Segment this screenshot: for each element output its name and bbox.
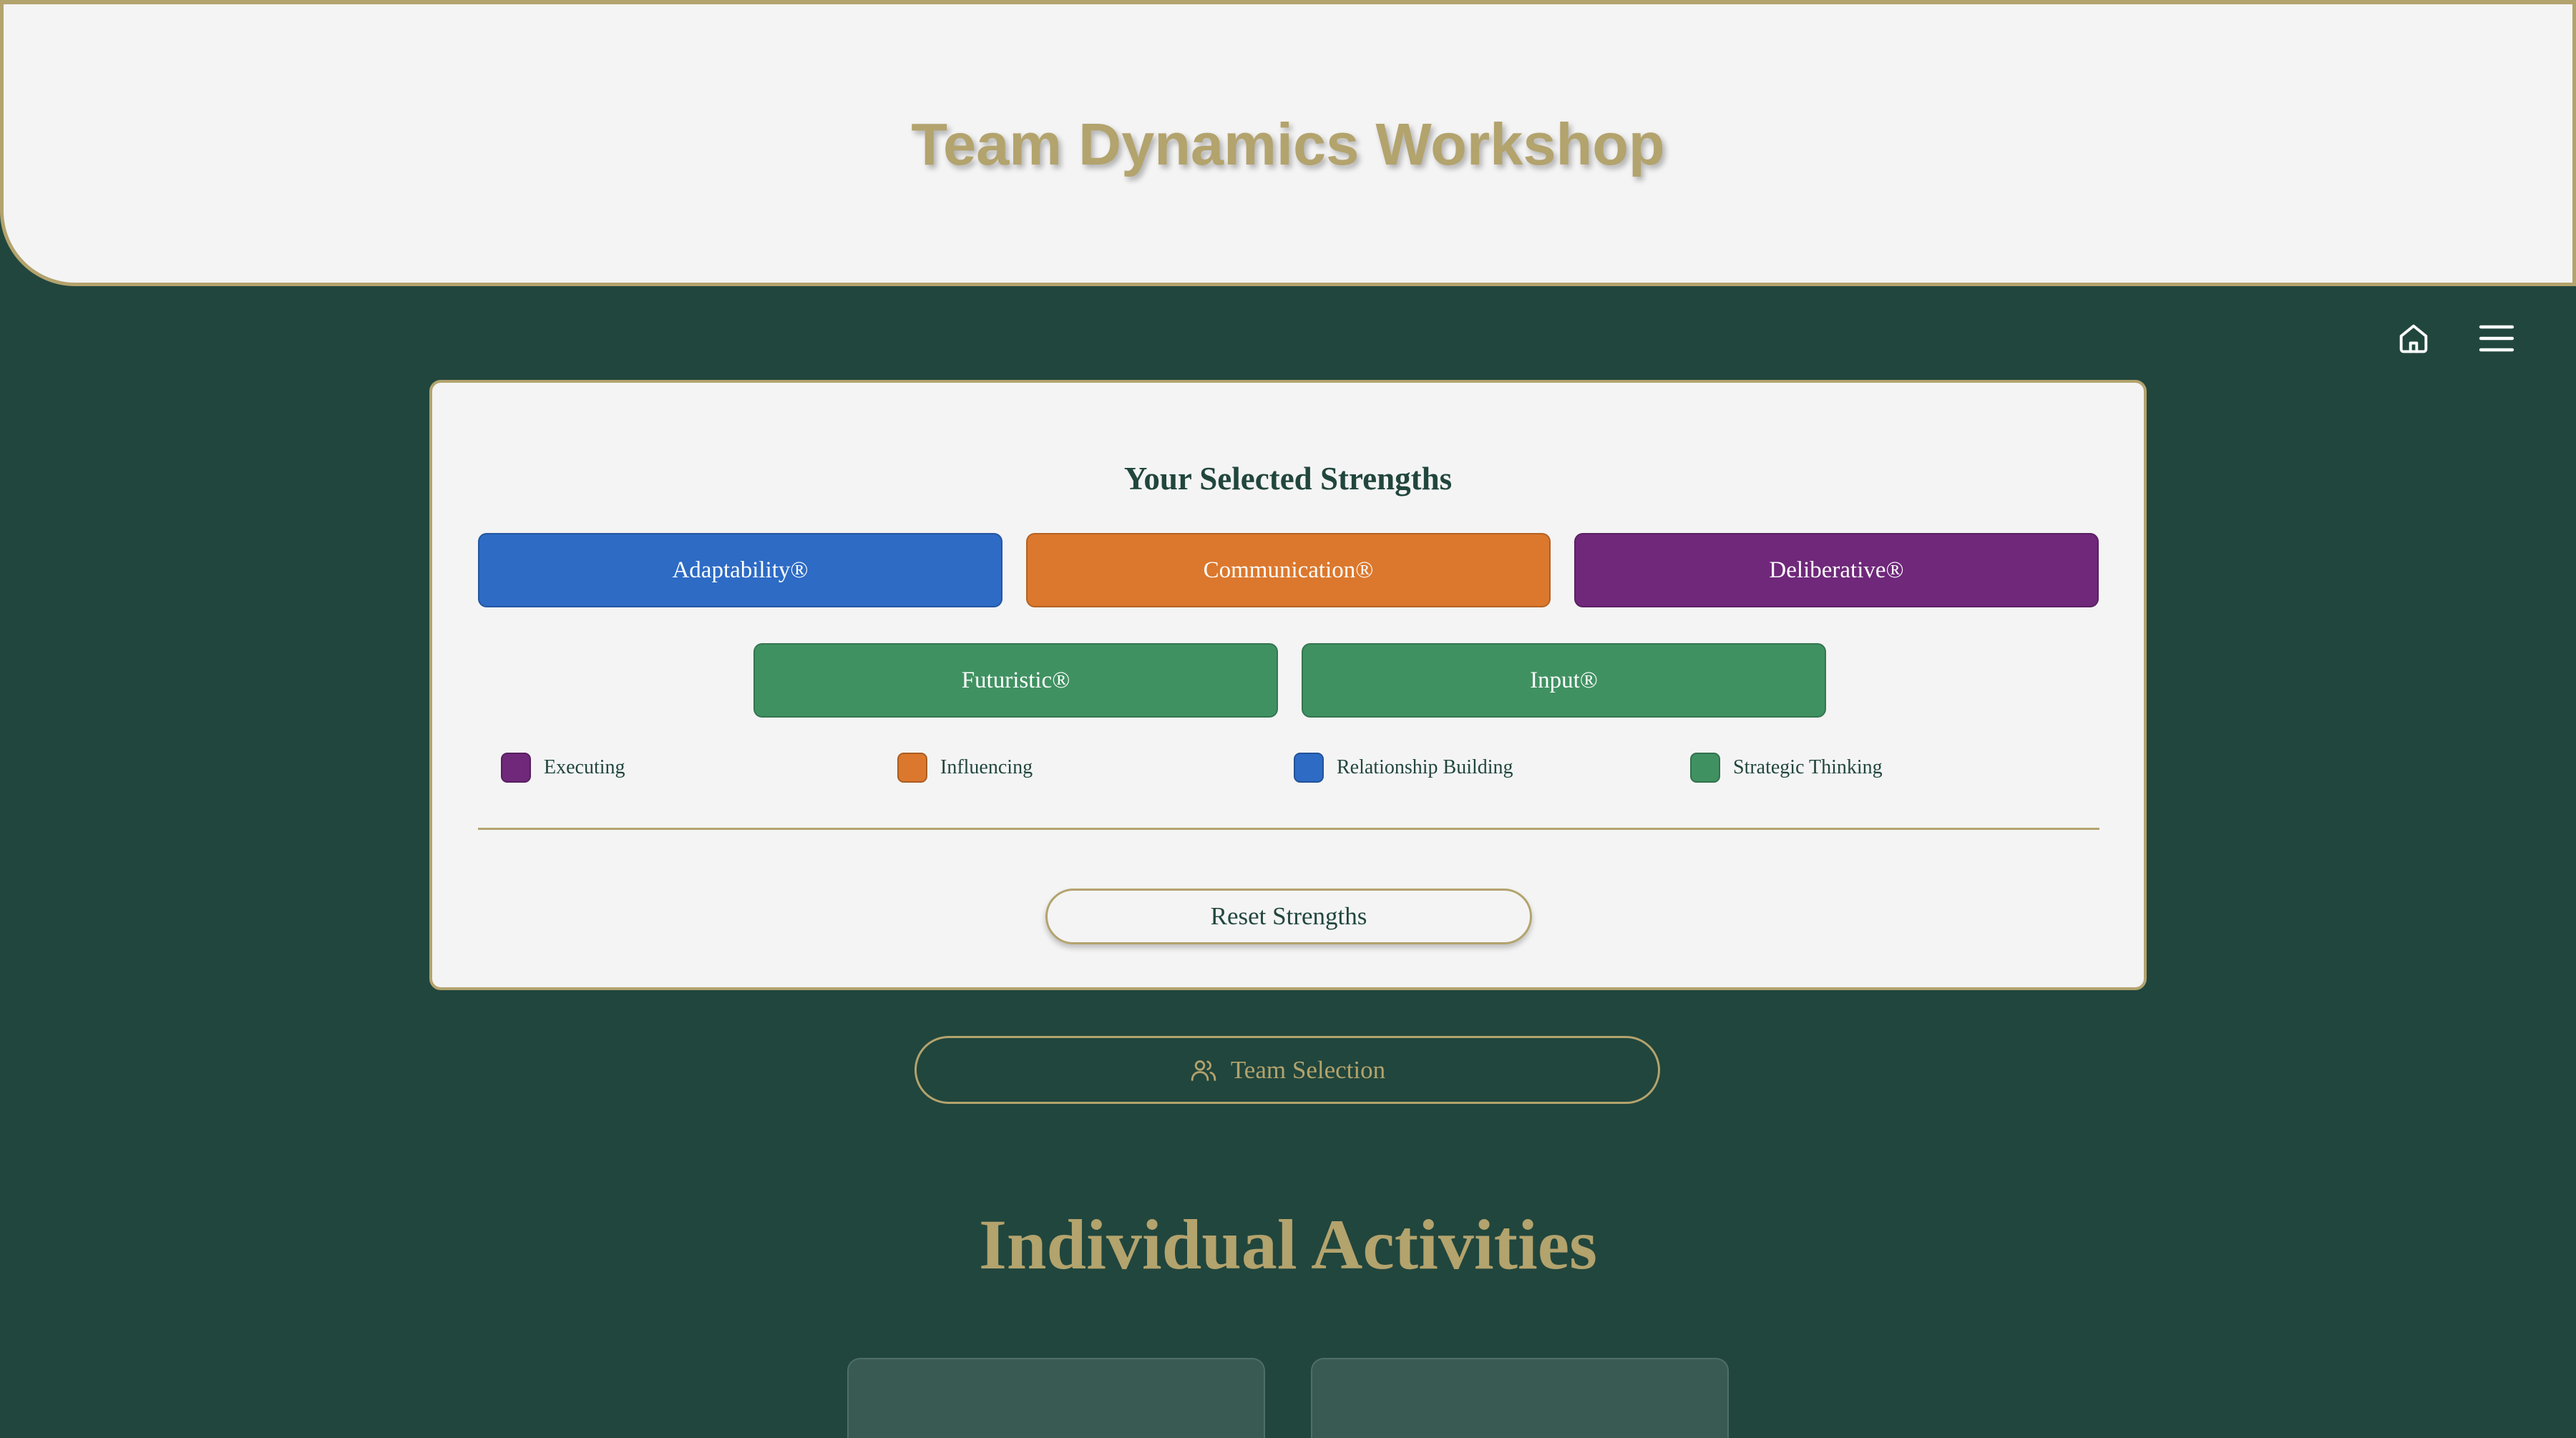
team-selection-label: Team Selection [1230, 1055, 1386, 1084]
legend-label: Influencing [940, 756, 1033, 778]
selected-strengths-card: Your Selected Strengths Adaptability® Co… [429, 380, 2147, 990]
legend-label: Executing [544, 756, 625, 778]
legend-label: Strategic Thinking [1733, 756, 1883, 778]
strength-deliberative[interactable]: Deliberative® [1574, 533, 2099, 607]
legend-item-executing: Executing [501, 752, 625, 783]
menu-button[interactable] [2473, 315, 2520, 362]
home-icon [2399, 324, 2428, 353]
home-button[interactable] [2390, 315, 2437, 362]
legend-label: Relationship Building [1337, 756, 1513, 778]
page-title: Team Dynamics Workshop [911, 111, 1665, 177]
card-title: Your Selected Strengths [1123, 461, 1453, 497]
strength-communication[interactable]: Communication® [1026, 533, 1551, 607]
strength-adaptability[interactable]: Adaptability® [478, 533, 1002, 607]
legend-swatch [501, 753, 531, 783]
strength-futuristic[interactable]: Futuristic® [753, 643, 1278, 718]
page-header: Team Dynamics Workshop [0, 0, 2576, 286]
legend-swatch [897, 753, 927, 783]
section-title: Individual Activities [978, 1205, 1598, 1284]
reset-strengths-button[interactable]: Reset Strengths [1045, 889, 1532, 944]
legend-swatch [1690, 753, 1720, 783]
activity-card[interactable] [847, 1358, 1265, 1438]
strength-input[interactable]: Input® [1302, 643, 1826, 718]
legend-item-influencing: Influencing [897, 752, 1033, 783]
legend-item-relationship-building: Relationship Building [1294, 752, 1513, 783]
activity-card[interactable] [1311, 1358, 1729, 1438]
team-selection-button[interactable]: Team Selection [914, 1036, 1660, 1104]
users-icon [1189, 1056, 1218, 1085]
legend-swatch [1294, 753, 1324, 783]
legend-item-strategic-thinking: Strategic Thinking [1690, 752, 1883, 783]
divider [478, 828, 2099, 830]
hamburger-menu-icon [2479, 325, 2514, 352]
